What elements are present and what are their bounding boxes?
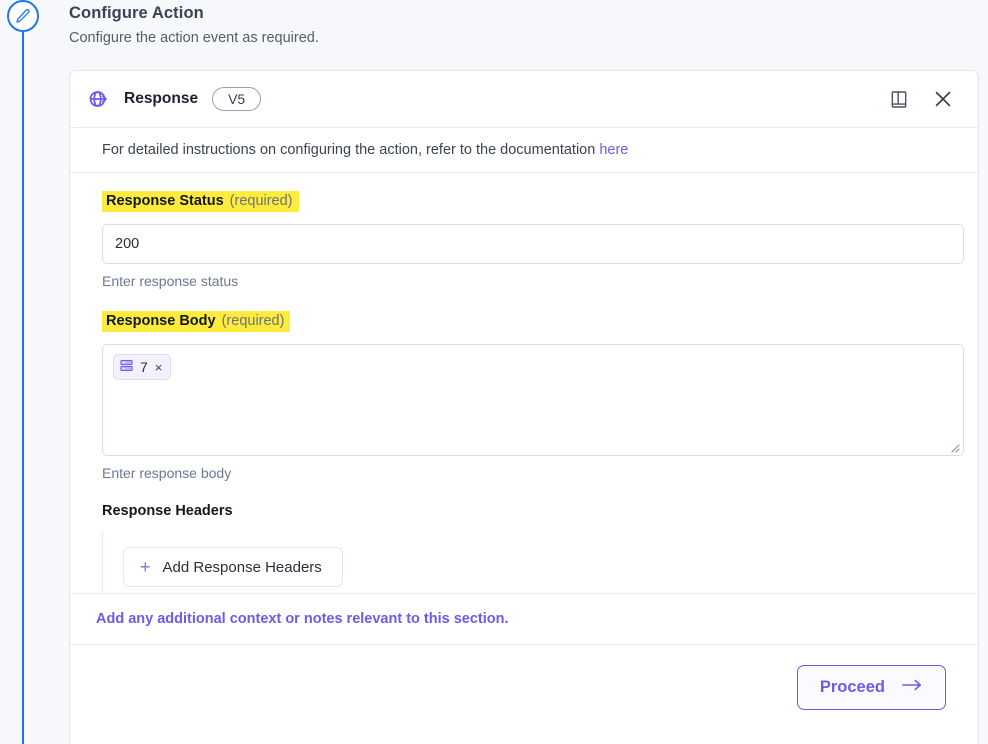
response-status-input[interactable] xyxy=(102,224,964,264)
card-body: Response Status (required) Enter response… xyxy=(70,173,978,593)
textarea-resize-handle[interactable] xyxy=(948,440,960,453)
page-subtitle: Configure the action event as required. xyxy=(69,30,319,46)
globe-arrow-icon xyxy=(86,86,112,112)
response-headers-group: + Add Response Headers xyxy=(102,531,946,593)
response-body-helper: Enter response body xyxy=(102,465,232,481)
response-status-label: Response Status (required) xyxy=(102,191,299,212)
add-response-headers-label: Add Response Headers xyxy=(162,558,322,576)
response-headers-label: Response Headers xyxy=(102,503,233,519)
arrow-right-icon xyxy=(901,678,923,697)
proceed-button[interactable]: Proceed xyxy=(796,665,946,710)
response-status-field: Response Status (required) Enter response… xyxy=(102,191,964,289)
page-heading-block: Configure Action Configure the action ev… xyxy=(69,4,769,46)
close-icon[interactable] xyxy=(928,84,958,114)
documentation-link[interactable]: here xyxy=(599,142,628,158)
add-response-headers-button[interactable]: + Add Response Headers xyxy=(123,547,343,587)
additional-notes-link[interactable]: Add any additional context or notes rele… xyxy=(70,593,978,645)
rail-connector-line xyxy=(22,30,24,744)
variable-chip-remove-icon[interactable]: × xyxy=(154,361,164,374)
documentation-note-text: For detailed instructions on configuring… xyxy=(102,142,596,158)
response-body-field: Response Body (required) 7 × Enter respo… xyxy=(102,311,964,481)
step-timeline-rail xyxy=(0,0,46,744)
response-body-editor[interactable]: 7 × xyxy=(102,344,964,456)
step-edit-badge[interactable] xyxy=(7,0,39,32)
response-status-label-text: Response Status xyxy=(106,193,224,209)
response-status-required-tag: (required) xyxy=(229,193,293,209)
variable-chip[interactable]: 7 × xyxy=(113,354,172,380)
pencil-edit-icon xyxy=(15,8,31,24)
response-body-required-tag: (required) xyxy=(221,313,285,329)
documentation-note: For detailed instructions on configuring… xyxy=(70,128,978,173)
plus-icon: + xyxy=(140,557,151,577)
card-header: Response V5 xyxy=(70,71,978,128)
card-action-bar: Proceed xyxy=(70,645,978,710)
book-documentation-icon[interactable] xyxy=(884,84,914,114)
version-badge: V5 xyxy=(212,87,262,111)
response-body-label: Response Body (required) xyxy=(102,311,291,332)
response-headers-field: Response Headers + Add Response Headers xyxy=(102,503,946,593)
database-icon xyxy=(119,358,134,376)
response-body-label-text: Response Body xyxy=(106,313,216,329)
card-title: Response xyxy=(124,90,199,107)
proceed-button-label: Proceed xyxy=(819,678,885,696)
variable-chip-label: 7 xyxy=(140,359,148,375)
response-status-helper: Enter response status xyxy=(102,273,239,289)
response-action-card: Response V5 For detailed instructions on… xyxy=(69,70,979,744)
page-title: Configure Action xyxy=(69,4,204,22)
